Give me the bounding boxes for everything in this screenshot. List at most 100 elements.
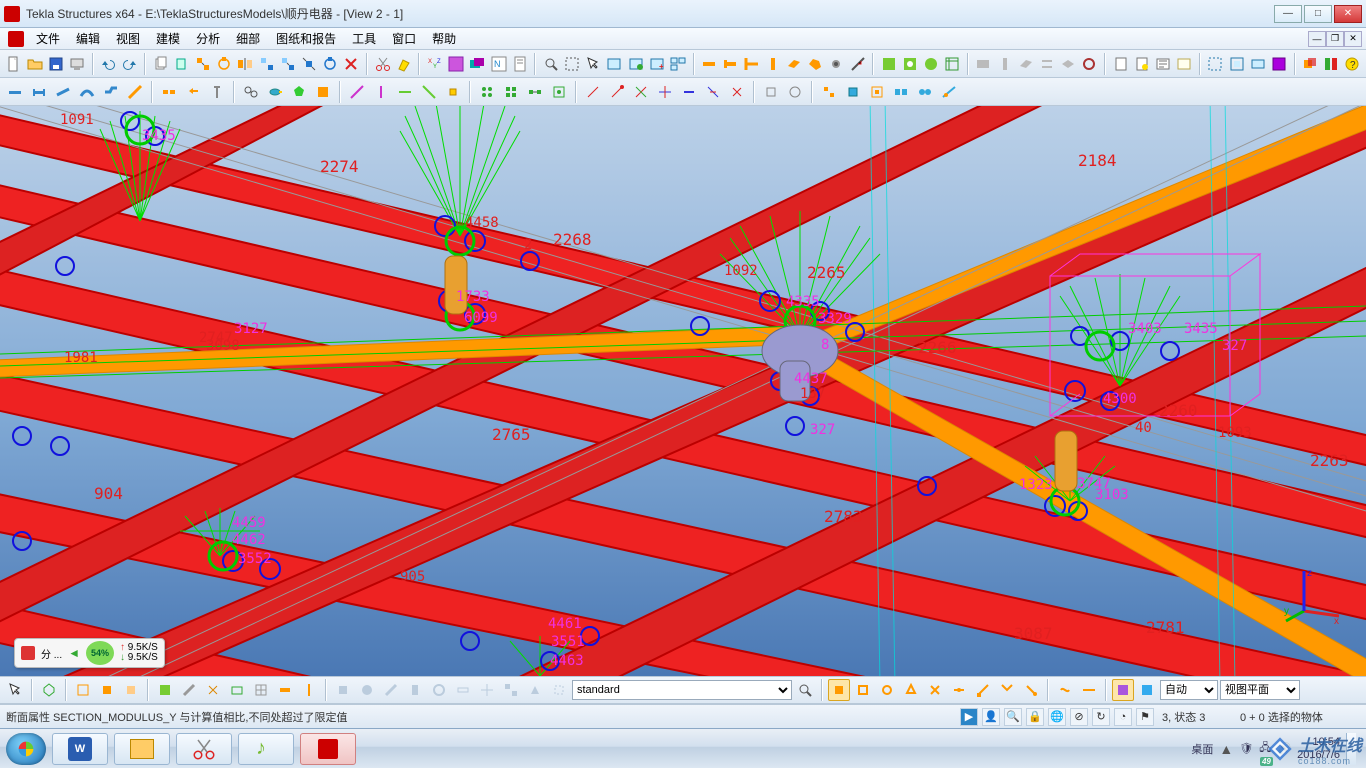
tb2-b6[interactable] xyxy=(124,81,146,103)
sel-s8[interactable] xyxy=(500,679,522,701)
tb2-g1[interactable] xyxy=(476,81,498,103)
tb-drawing1[interactable] xyxy=(1111,53,1130,75)
menu-detail[interactable]: 细部 xyxy=(228,28,268,49)
tb-plate-poly[interactable] xyxy=(806,53,825,75)
tb-drawing3[interactable] xyxy=(1153,53,1172,75)
axis-widget[interactable]: x y z xyxy=(1284,566,1344,626)
tb-bolt[interactable] xyxy=(827,53,846,75)
task-explorer[interactable] xyxy=(114,733,170,765)
status-globe-icon[interactable]: 🌐 xyxy=(1048,708,1066,726)
tb2-b2[interactable] xyxy=(28,81,50,103)
snap-1[interactable] xyxy=(828,679,850,701)
sel-viewplane-combo[interactable]: 视图平面 xyxy=(1220,680,1300,700)
tb-move-special[interactable] xyxy=(278,53,297,75)
sel-assembly[interactable] xyxy=(72,679,94,701)
window-maximize-button[interactable]: □ xyxy=(1304,5,1332,23)
tb-rebar[interactable] xyxy=(1080,53,1099,75)
tb-clash[interactable] xyxy=(1301,53,1320,75)
tb-beam3[interactable] xyxy=(742,53,761,75)
tb-plate[interactable] xyxy=(784,53,803,75)
tray-net-icon[interactable]: 🖧 xyxy=(1259,739,1271,758)
sel-view[interactable] xyxy=(226,679,248,701)
tb3-7[interactable] xyxy=(726,81,748,103)
sel-auto-combo[interactable]: 自动 xyxy=(1160,680,1218,700)
tb-pick[interactable] xyxy=(584,53,603,75)
task-tekla[interactable] xyxy=(300,733,356,765)
tb-copy-mirror[interactable] xyxy=(236,53,255,75)
tb-concrete4[interactable] xyxy=(1037,53,1056,75)
snap-8[interactable] xyxy=(996,679,1018,701)
sel-s4[interactable] xyxy=(404,679,426,701)
tb-view-create[interactable]: + xyxy=(647,53,666,75)
tb2-b3[interactable] xyxy=(52,81,74,103)
status-orbit-icon[interactable]: ↻ xyxy=(1092,708,1110,726)
tb-cut[interactable] xyxy=(373,53,392,75)
tb-view-prev[interactable] xyxy=(605,53,624,75)
tb-layers[interactable] xyxy=(468,53,487,75)
snap-2[interactable] xyxy=(852,679,874,701)
tb-weld[interactable] xyxy=(848,53,867,75)
tb4-3[interactable] xyxy=(866,81,888,103)
download-badge[interactable]: 分 ... ◄ 54% 9.5K/S 9.5K/S xyxy=(14,638,165,668)
sel-surface[interactable] xyxy=(120,679,142,701)
sel-all[interactable] xyxy=(38,679,60,701)
menu-model[interactable]: 建模 xyxy=(148,28,188,49)
tb4-2[interactable] xyxy=(842,81,864,103)
task-word[interactable]: W xyxy=(52,733,108,765)
sel-comp[interactable] xyxy=(154,679,176,701)
tb2-shape[interactable] xyxy=(288,81,310,103)
tb2-tape[interactable] xyxy=(264,81,286,103)
snap-7[interactable] xyxy=(972,679,994,701)
tb-copy-linear[interactable] xyxy=(194,53,213,75)
tb3-5[interactable] xyxy=(678,81,700,103)
tb-workarea4[interactable] xyxy=(1269,53,1288,75)
tb3-6[interactable] xyxy=(702,81,724,103)
sel-grid[interactable] xyxy=(250,679,272,701)
tb-move[interactable] xyxy=(257,53,276,75)
sel-s6[interactable] xyxy=(452,679,474,701)
tb-view-next[interactable] xyxy=(626,53,645,75)
tb2-p3[interactable] xyxy=(394,81,416,103)
tb3-8[interactable] xyxy=(760,81,782,103)
tb-workarea1[interactable] xyxy=(1206,53,1225,75)
tb2-bolt2[interactable] xyxy=(206,81,228,103)
tb-numbering[interactable]: N xyxy=(489,53,508,75)
tb4-1[interactable] xyxy=(818,81,840,103)
tb-component2[interactable] xyxy=(900,53,919,75)
menu-help[interactable]: 帮助 xyxy=(424,28,464,49)
sel-part[interactable] xyxy=(96,679,118,701)
snap-free[interactable] xyxy=(1054,679,1076,701)
status-flag-icon[interactable]: ⚑ xyxy=(1136,708,1154,726)
tb-move-rotate[interactable] xyxy=(321,53,340,75)
menu-analysis[interactable]: 分析 xyxy=(188,28,228,49)
sel-s9[interactable] xyxy=(524,679,546,701)
tb-drawing4[interactable] xyxy=(1175,53,1194,75)
menu-window[interactable]: 窗口 xyxy=(384,28,424,49)
tb-view-list[interactable] xyxy=(668,53,687,75)
tb2-box[interactable] xyxy=(312,81,334,103)
tb4-5[interactable] xyxy=(914,81,936,103)
menu-view[interactable]: 视图 xyxy=(108,28,148,49)
tb-column[interactable] xyxy=(763,53,782,75)
sel-cursor[interactable] xyxy=(4,679,26,701)
task-snip[interactable] xyxy=(176,733,232,765)
badge-prev-icon[interactable]: ◄ xyxy=(68,646,80,660)
tb-magnify[interactable] xyxy=(541,53,560,75)
tb2-p1[interactable] xyxy=(346,81,368,103)
tb2-find[interactable] xyxy=(240,81,262,103)
tb-open[interactable] xyxy=(25,53,44,75)
menu-tools[interactable]: 工具 xyxy=(344,28,384,49)
snap-line[interactable] xyxy=(1078,679,1100,701)
tb-workarea2[interactable] xyxy=(1227,53,1246,75)
snap-6[interactable] xyxy=(948,679,970,701)
tb-save[interactable] xyxy=(46,53,65,75)
tb-highlight[interactable] xyxy=(394,53,413,75)
tb-component3[interactable] xyxy=(922,53,941,75)
tb3-4[interactable] xyxy=(654,81,676,103)
status-user-icon[interactable]: 👤 xyxy=(982,708,1000,726)
tb-delete[interactable] xyxy=(342,53,361,75)
tb4-6[interactable] xyxy=(938,81,960,103)
tb2-p4[interactable] xyxy=(418,81,440,103)
tray-shield-icon[interactable]: 🛡 xyxy=(1239,742,1253,755)
snap-9[interactable] xyxy=(1020,679,1042,701)
